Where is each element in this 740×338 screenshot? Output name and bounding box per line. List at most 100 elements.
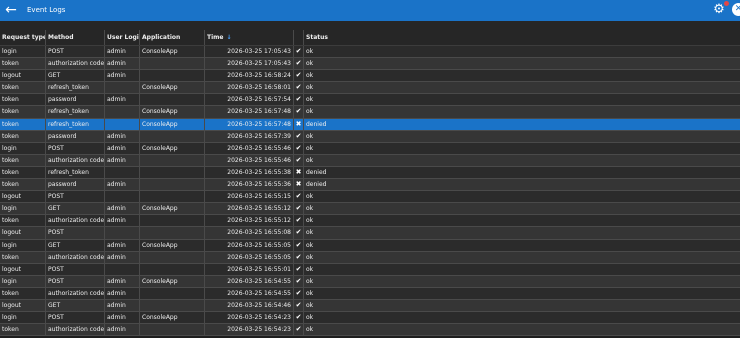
column-header-method[interactable]: Method	[46, 30, 105, 45]
cell-method: GET	[46, 203, 105, 215]
cell-user-login: admin	[105, 287, 140, 299]
checkmark-icon: ✔	[294, 215, 304, 227]
column-header-time[interactable]: Time ↓	[205, 30, 294, 45]
table-row[interactable]: token authorization code admin 2026-03-25 1…	[0, 58, 740, 71]
cell-request-type: login	[0, 203, 46, 215]
cell-status: ok	[306, 265, 314, 273]
table-row[interactable]: logout POST 2026-03-25 16:55:01 ✔ ok	[0, 263, 740, 276]
cell-application	[140, 166, 205, 179]
cross-icon: ✖	[294, 118, 304, 130]
cell-application	[140, 58, 205, 70]
cell-time: 2026-03-25 16:55:08	[205, 227, 294, 239]
cell-time: 2026-03-25 16:57:39	[205, 130, 294, 142]
notification-dot	[724, 1, 729, 6]
checkmark-icon: ✔	[294, 130, 304, 142]
cell-request-type: login	[0, 142, 46, 154]
cell-method: authorization code	[46, 324, 105, 336]
cell-status: ok	[306, 144, 314, 152]
checkmark-icon: ✔	[294, 312, 304, 324]
cell-time: 2026-03-25 16:57:54	[205, 94, 294, 106]
cell-user-login	[105, 191, 140, 203]
column-header-status-icon[interactable]	[294, 30, 304, 45]
checkmark-icon: ✔	[294, 299, 304, 312]
checkmark-icon: ✔	[294, 239, 304, 251]
cell-status: ok	[306, 217, 314, 225]
table-row[interactable]: logout POST 2026-03-25 16:55:08 ✔ ok	[0, 227, 740, 240]
cell-status: ok	[306, 96, 314, 104]
table-row[interactable]: token refresh_token ConsoleApp 2026-03-25 1…	[0, 118, 740, 131]
checkmark-icon: ✔	[294, 203, 304, 215]
table-row[interactable]: token authorization code admin 2026-03-25 1…	[0, 287, 740, 300]
title-bar: ← Event Logs ⚙ ✕	[0, 0, 740, 21]
cell-method: POST	[46, 191, 105, 203]
table-row[interactable]: token refresh_token ConsoleApp 2026-03-25 1…	[0, 106, 740, 119]
cell-user-login: admin	[105, 251, 140, 263]
table-row[interactable]: token password admin 2026-03-25 16:55:36 ✖ de…	[0, 179, 740, 192]
checkmark-icon: ✔	[294, 191, 304, 203]
table-row[interactable]: token password admin 2026-03-25 16:57:54 ✔ ok	[0, 94, 740, 107]
gear-glyph: ⚙	[713, 2, 725, 17]
table-row[interactable]: token authorization code admin 2026-03-25 1…	[0, 154, 740, 167]
settings-gear-icon[interactable]: ⚙	[711, 1, 729, 18]
table-row[interactable]: login GET admin ConsoleApp 2026-03-25 16:55:…	[0, 203, 740, 216]
column-header-time-label: Time	[207, 34, 224, 41]
cell-method: POST	[46, 142, 105, 154]
cell-time: 2026-03-25 16:54:55	[205, 275, 294, 287]
table-row[interactable]: login POST admin ConsoleApp 2026-03-25 17:05…	[0, 46, 740, 59]
cell-user-login	[105, 82, 140, 94]
table-row[interactable]: token password admin 2026-03-25 16:57:39 ✔ ok	[0, 130, 740, 143]
cell-application	[140, 94, 205, 106]
cell-application	[140, 287, 205, 299]
table-row[interactable]: logout GET admin 2026-03-25 16:54:46 ✔ ok	[0, 299, 740, 313]
cell-time: 2026-03-25 16:55:05	[205, 239, 294, 251]
close-icon[interactable]: ✕	[732, 3, 740, 16]
table-row[interactable]: login GET admin ConsoleApp 2026-03-25 16:55:…	[0, 239, 740, 252]
checkmark-icon: ✔	[294, 46, 304, 58]
cell-user-login: admin	[105, 94, 140, 106]
cell-time: 2026-03-25 16:55:38	[205, 166, 294, 179]
table-row[interactable]: token authorization code admin 2026-03-25 1…	[0, 215, 740, 228]
column-header-application[interactable]: Application	[140, 30, 205, 45]
cross-icon: ✖	[294, 179, 304, 191]
checkmark-icon: ✔	[294, 287, 304, 299]
cell-user-login	[105, 118, 140, 130]
column-header-status[interactable]: Status	[304, 30, 740, 45]
cell-user-login: admin	[105, 58, 140, 70]
cell-status: ok	[306, 326, 314, 334]
column-header-request-type[interactable]: Request type	[0, 30, 46, 45]
sort-descending-icon: ↓	[226, 34, 232, 41]
table-row[interactable]: logout GET admin 2026-03-25 16:58:24 ✔ ok	[0, 70, 740, 83]
table-row[interactable]: login POST admin ConsoleApp 2026-03-25 16:55…	[0, 142, 740, 155]
cell-status: ok	[306, 314, 314, 322]
cell-application	[140, 179, 205, 191]
cell-application	[140, 191, 205, 203]
table-row[interactable]: login POST admin ConsoleApp 2026-03-25 16:54…	[0, 312, 740, 325]
cell-method: refresh_token	[46, 82, 105, 94]
table-row[interactable]: login POST admin ConsoleApp 2026-03-25 16:54…	[0, 275, 740, 288]
cell-user-login: admin	[105, 239, 140, 251]
cell-request-type: login	[0, 46, 46, 58]
cell-status: ok	[306, 229, 314, 237]
table-row[interactable]: token refresh_token ConsoleApp 2026-03-25 1…	[0, 82, 740, 95]
cell-status: ok	[306, 241, 314, 249]
cell-time: 2026-03-25 16:54:46	[205, 299, 294, 312]
table-row[interactable]: token authorization code admin 2026-03-25 1…	[0, 324, 740, 337]
cell-request-type: token	[0, 118, 46, 130]
table-row[interactable]: token refresh_token 2026-03-25 16:55:38 ✖ de…	[0, 166, 740, 180]
cell-status: ok	[306, 205, 314, 213]
cell-method: authorization code	[46, 154, 105, 166]
cell-status: ok	[306, 289, 314, 297]
cell-time: 2026-03-25 16:55:46	[205, 154, 294, 166]
checkmark-icon: ✔	[294, 70, 304, 82]
cell-method: refresh_token	[46, 166, 105, 179]
table-row[interactable]: token authorization code admin 2026-03-25 1…	[0, 251, 740, 264]
checkmark-icon: ✔	[294, 142, 304, 154]
cross-icon: ✖	[294, 166, 304, 179]
table-header: Request type Method User Login Applicati…	[0, 30, 740, 46]
cell-request-type: logout	[0, 70, 46, 82]
table-row[interactable]: logout POST 2026-03-25 16:55:15 ✔ ok	[0, 191, 740, 204]
cell-request-type: token	[0, 58, 46, 70]
column-header-user-login[interactable]: User Login	[105, 30, 140, 45]
back-arrow-icon[interactable]: ←	[3, 1, 19, 19]
cell-method: refresh_token	[46, 118, 105, 130]
